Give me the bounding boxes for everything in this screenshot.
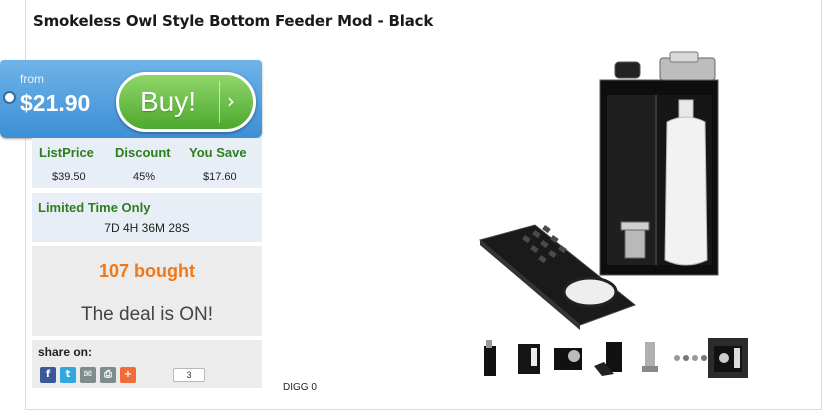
countdown-timer: 7D 4H 36M 28S: [104, 221, 190, 235]
print-icon[interactable]: ⎙: [100, 367, 116, 383]
thumbnail-1[interactable]: [470, 338, 510, 378]
bought-count: 107 bought: [98, 261, 195, 281]
thumbnail-1-image: [484, 340, 496, 376]
deal-status: The deal is ON!: [81, 304, 213, 325]
price-summary: ListPrice Discount You Save $39.50 45% $…: [32, 138, 262, 188]
thumbnail-5[interactable]: [630, 338, 670, 378]
plus-icon[interactable]: +: [120, 367, 136, 383]
price-tag: from $21.90 Buy! ›: [0, 60, 262, 138]
thumbnail-2-image: [518, 344, 540, 374]
buy-button-label: Buy!: [140, 86, 197, 117]
twitter-icon[interactable]: t: [60, 367, 76, 383]
you-save-header: You Save: [189, 145, 247, 160]
share-label: share on:: [38, 345, 93, 359]
email-icon[interactable]: ✉: [80, 367, 96, 383]
thumbnail-4[interactable]: [590, 338, 630, 378]
from-label: from: [20, 72, 44, 86]
deal-price: $21.90: [20, 90, 91, 116]
chevron-right-icon: ›: [227, 89, 235, 113]
thumbnail-7[interactable]: [708, 338, 748, 378]
tag-hole-icon: [3, 91, 16, 104]
you-save-value: $17.60: [203, 171, 237, 183]
share-panel: share on: f t ✉ ⎙ + 3: [32, 340, 262, 388]
thumbnail-6-image: [674, 355, 707, 361]
limited-time-label: Limited Time Only: [38, 200, 151, 215]
digg-count[interactable]: DIGG 0: [283, 382, 317, 393]
thumbnail-6[interactable]: [669, 338, 709, 378]
buy-button-divider: [219, 81, 220, 123]
discount-value: 45%: [133, 171, 156, 183]
product-image: [478, 51, 719, 330]
thumbnail-5-image: [642, 342, 658, 372]
thumbnail-3[interactable]: [548, 338, 588, 378]
thumbnail-7-image: [714, 346, 742, 372]
countdown-panel: Limited Time Only 7D 4H 36M 28S: [32, 193, 262, 242]
share-count: 3: [173, 368, 205, 382]
product-title: Smokeless Owl Style Bottom Feeder Mod - …: [33, 12, 434, 30]
thumbnail-3-image: [554, 348, 582, 370]
discount-header: Discount: [115, 145, 171, 160]
deal-status-panel: 107 bought The deal is ON!: [32, 246, 262, 336]
thumbnail-4-image: [594, 342, 622, 376]
list-price-value: $39.50: [52, 171, 86, 183]
list-price-header: ListPrice: [39, 145, 94, 160]
facebook-icon[interactable]: f: [40, 367, 56, 383]
thumbnail-2[interactable]: [509, 338, 549, 378]
buy-button[interactable]: Buy! ›: [116, 72, 256, 132]
